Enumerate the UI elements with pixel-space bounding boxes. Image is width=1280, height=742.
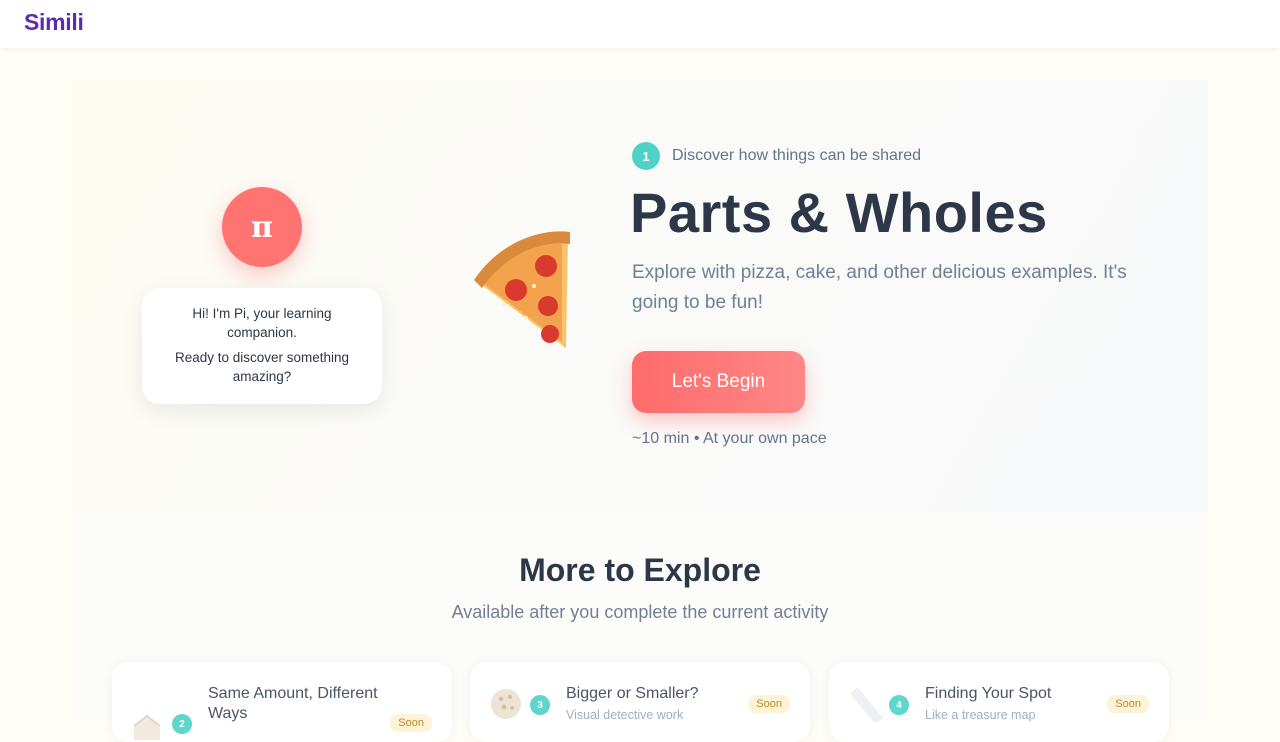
ruler-icon (850, 688, 883, 722)
top-navigation-bar: Simili (0, 0, 1280, 48)
activity-duration-info: ~10 min • At your own pace (632, 430, 827, 447)
card-title: Same Amount, Different Ways (208, 685, 378, 722)
pi-companion-avatar: π (222, 187, 302, 267)
cookie-icon (491, 689, 521, 719)
soon-badge: Soon (1107, 695, 1149, 713)
card-number-badge: 3 (530, 695, 550, 715)
companion-speech-bubble: Hi! I'm Pi, your learning companion. Rea… (142, 288, 382, 404)
brand-logo[interactable]: Simili (24, 9, 84, 36)
step-description: Discover how things can be shared (672, 147, 922, 164)
activity-step-indicator: 1 Discover how things can be shared (632, 142, 921, 170)
cake-icon (133, 714, 161, 740)
pizza-slice-icon (474, 231, 570, 348)
step-number-badge: 1 (632, 142, 660, 170)
card-title: Finding Your Spot (925, 685, 1052, 702)
card-number-badge: 2 (172, 714, 192, 734)
explore-heading: More to Explore (519, 552, 761, 588)
activity-card-4[interactable]: 4 Finding Your Spot Like a treasure map … (829, 662, 1169, 742)
activity-description: Explore with pizza, cake, and other deli… (632, 262, 1127, 313)
soon-badge: Soon (390, 714, 432, 732)
lets-begin-button[interactable]: Let's Begin (632, 351, 805, 413)
activity-card-3[interactable]: 3 Bigger or Smaller? Visual detective wo… (470, 662, 810, 742)
explore-subheading: Available after you complete the current… (451, 602, 829, 622)
companion-message-prompt: Ready to discover something amazing? (174, 350, 350, 384)
card-title: Bigger or Smaller? (566, 685, 699, 702)
activity-title: Parts & Wholes (630, 181, 1048, 244)
soon-badge: Soon (748, 695, 790, 713)
activity-card-2[interactable]: 2 Same Amount, Different Ways Soon (112, 662, 452, 742)
card-number-badge: 4 (889, 695, 909, 715)
companion-message-intro: Hi! I'm Pi, your learning companion. (192, 306, 332, 340)
